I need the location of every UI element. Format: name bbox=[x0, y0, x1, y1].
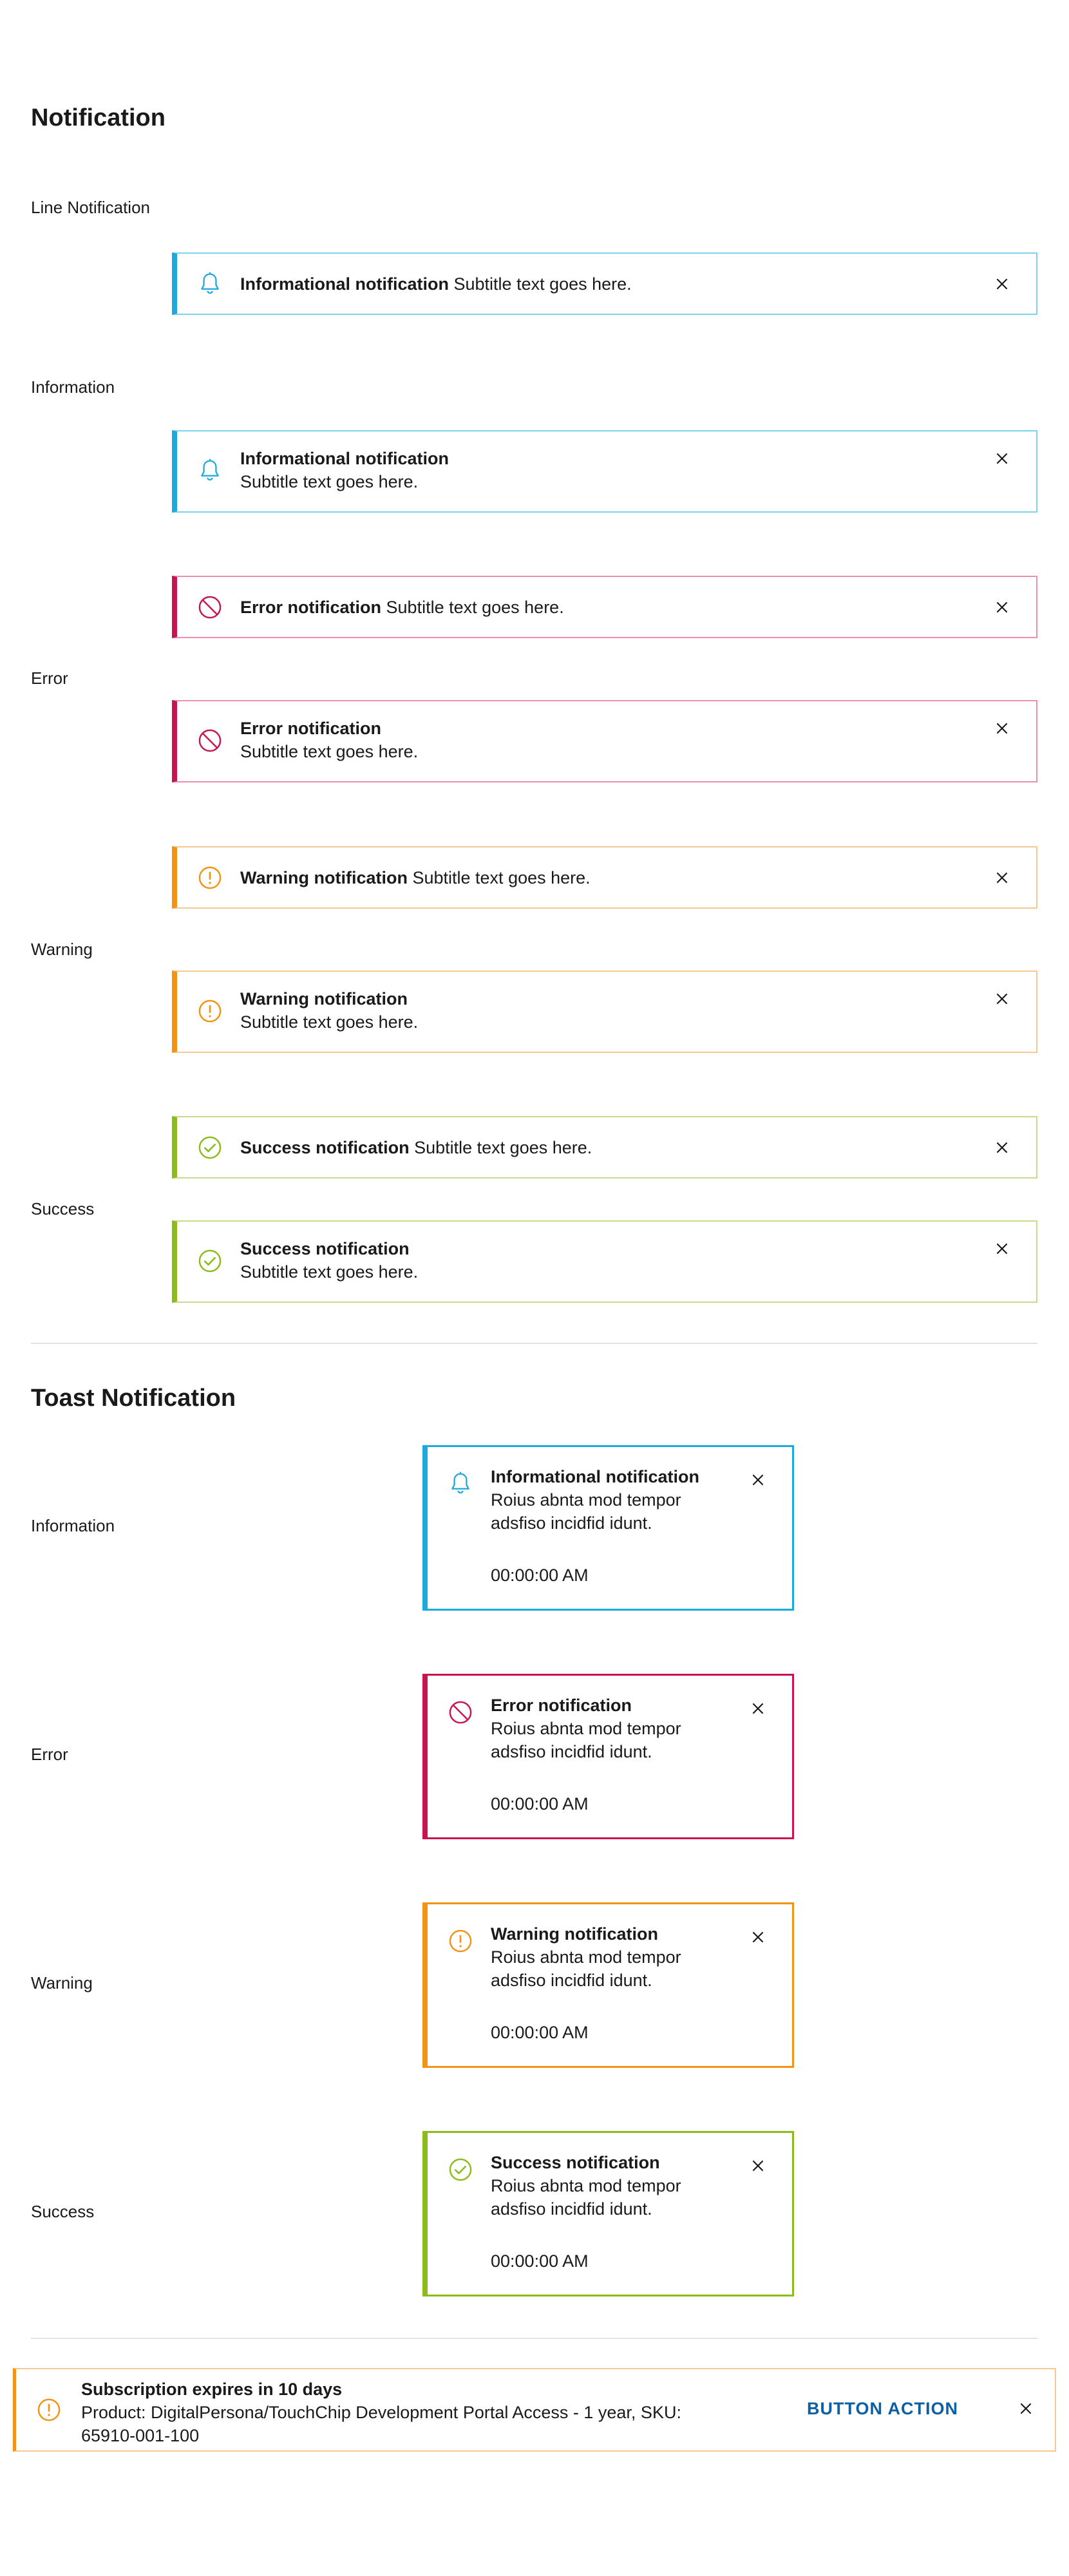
success-toast: Success notification Roius abnta mod tem… bbox=[422, 2131, 794, 2297]
exclamation-circle-icon bbox=[196, 864, 223, 891]
notification-title: Informational notification bbox=[240, 449, 449, 468]
close-icon[interactable] bbox=[992, 449, 1012, 468]
toast-title: Informational notification bbox=[491, 1467, 699, 1486]
notification-text: Warning notification Subtitle text goes … bbox=[240, 866, 591, 889]
notification-subtitle: Subtitle text goes here. bbox=[414, 1137, 592, 1157]
notification-subtitle: Subtitle text goes here. bbox=[240, 1262, 419, 1282]
toast-body: Roius abnta mod tempor adsfiso incidfid … bbox=[491, 1947, 681, 1990]
section-divider bbox=[31, 2338, 1037, 2339]
notification-title: Success notification bbox=[240, 1239, 410, 1258]
close-icon[interactable] bbox=[992, 989, 1012, 1009]
close-icon[interactable] bbox=[992, 1239, 1012, 1258]
notification-subtitle: Subtitle text goes here. bbox=[412, 867, 591, 887]
notification-text: Success notification Subtitle text goes … bbox=[240, 1237, 418, 1283]
close-icon[interactable] bbox=[992, 274, 1012, 294]
notification-subtitle: Subtitle text goes here. bbox=[240, 742, 419, 761]
close-icon[interactable] bbox=[748, 1927, 768, 1947]
toast-title: Success notification bbox=[491, 2153, 660, 2172]
toast-information-label: Information bbox=[31, 1516, 115, 1535]
close-icon[interactable] bbox=[992, 1138, 1012, 1157]
success-line-notification: Success notification Subtitle text goes … bbox=[172, 1116, 1037, 1179]
toast-warning-label: Warning bbox=[31, 1973, 93, 1993]
close-icon[interactable] bbox=[992, 868, 1012, 887]
page-title: Notification bbox=[31, 104, 166, 131]
notification-title: Error notification bbox=[240, 597, 382, 617]
notification-title: Success notification bbox=[240, 1137, 410, 1157]
bell-icon bbox=[196, 457, 223, 484]
info-toast: Informational notification Roius abnta m… bbox=[422, 1445, 794, 1611]
banner-text: Subscription expires in 10 days Product:… bbox=[81, 2378, 712, 2447]
toast-timestamp: 00:00:00 AM bbox=[491, 1566, 589, 1585]
banner-title: Subscription expires in 10 days bbox=[81, 2380, 343, 2399]
toast-error-label: Error bbox=[31, 1745, 68, 1764]
close-icon[interactable] bbox=[748, 1470, 768, 1490]
notification-subtitle: Subtitle text goes here. bbox=[386, 597, 564, 617]
exclamation-circle-icon bbox=[196, 998, 223, 1025]
notification-text: Error notification Subtitle text goes he… bbox=[240, 596, 564, 619]
toast-title: Error notification bbox=[491, 1696, 632, 1715]
subscription-banner: Subscription expires in 10 days Product:… bbox=[13, 2368, 1056, 2452]
bell-icon bbox=[447, 1470, 474, 1497]
notification-subtitle: Subtitle text goes here. bbox=[240, 1012, 419, 1032]
toast-body: Roius abnta mod tempor adsfiso incidfid … bbox=[491, 2176, 681, 2219]
toast-timestamp: 00:00:00 AM bbox=[491, 1794, 589, 1814]
banner-action-button[interactable]: BUTTON ACTION bbox=[807, 2399, 958, 2419]
error-line-notification-stacked: Error notification Subtitle text goes he… bbox=[172, 700, 1037, 782]
close-icon[interactable] bbox=[748, 2156, 768, 2175]
error-toast: Error notification Roius abnta mod tempo… bbox=[422, 1674, 794, 1839]
notification-title: Informational notification bbox=[240, 274, 449, 294]
error-label: Error bbox=[31, 668, 68, 688]
bell-icon bbox=[196, 270, 223, 298]
warning-line-notification-stacked: Warning notification Subtitle text goes … bbox=[172, 971, 1037, 1053]
information-label: Information bbox=[31, 377, 115, 397]
toast-text: Error notification Roius abnta mod tempo… bbox=[491, 1694, 735, 1763]
notification-text: Success notification Subtitle text goes … bbox=[240, 1136, 592, 1159]
success-label: Success bbox=[31, 1199, 95, 1218]
prohibited-icon bbox=[196, 594, 223, 621]
notification-subtitle: Subtitle text goes here. bbox=[240, 472, 419, 491]
notification-title: Error notification bbox=[240, 719, 382, 738]
toast-body: Roius abnta mod tempor adsfiso incidfid … bbox=[491, 1490, 681, 1533]
close-icon[interactable] bbox=[1016, 2399, 1036, 2418]
toast-body: Roius abnta mod tempor adsfiso incidfid … bbox=[491, 1719, 681, 1761]
warning-line-notification: Warning notification Subtitle text goes … bbox=[172, 846, 1037, 909]
section-divider bbox=[31, 1343, 1037, 1344]
toast-title: Warning notification bbox=[491, 1924, 658, 1944]
prohibited-icon bbox=[447, 1699, 474, 1726]
exclamation-circle-icon bbox=[447, 1927, 474, 1955]
info-line-notification-stacked: Informational notification Subtitle text… bbox=[172, 430, 1037, 513]
close-icon[interactable] bbox=[748, 1699, 768, 1718]
notification-title: Warning notification bbox=[240, 989, 408, 1009]
notification-title: Warning notification bbox=[240, 867, 408, 887]
banner-body: Product: DigitalPersona/TouchChip Develo… bbox=[81, 2403, 681, 2445]
notification-text: Warning notification Subtitle text goes … bbox=[240, 987, 418, 1034]
check-circle-icon bbox=[447, 2156, 474, 2183]
check-circle-icon bbox=[196, 1134, 223, 1161]
notification-text: Error notification Subtitle text goes he… bbox=[240, 717, 418, 763]
warning-label: Warning bbox=[31, 940, 93, 959]
toast-text: Warning notification Roius abnta mod tem… bbox=[491, 1922, 735, 1992]
notification-text: Informational notification Subtitle text… bbox=[240, 447, 449, 493]
toast-section-heading: Toast Notification bbox=[31, 1385, 236, 1412]
toast-text: Success notification Roius abnta mod tem… bbox=[491, 2151, 735, 2221]
toast-success-label: Success bbox=[31, 2202, 95, 2221]
info-line-notification: Informational notification Subtitle text… bbox=[172, 252, 1037, 315]
exclamation-circle-icon bbox=[35, 2396, 62, 2423]
check-circle-icon bbox=[196, 1247, 223, 1274]
close-icon[interactable] bbox=[992, 719, 1012, 738]
notification-text: Informational notification Subtitle text… bbox=[240, 272, 632, 296]
toast-timestamp: 00:00:00 AM bbox=[491, 2023, 589, 2042]
warning-toast: Warning notification Roius abnta mod tem… bbox=[422, 1902, 794, 2068]
error-line-notification: Error notification Subtitle text goes he… bbox=[172, 576, 1037, 638]
toast-timestamp: 00:00:00 AM bbox=[491, 2251, 589, 2271]
close-icon[interactable] bbox=[992, 598, 1012, 617]
notification-subtitle: Subtitle text goes here. bbox=[453, 274, 632, 294]
line-notification-label: Line Notification bbox=[31, 198, 150, 217]
toast-text: Informational notification Roius abnta m… bbox=[491, 1465, 735, 1535]
prohibited-icon bbox=[196, 727, 223, 754]
success-line-notification-stacked: Success notification Subtitle text goes … bbox=[172, 1220, 1037, 1303]
